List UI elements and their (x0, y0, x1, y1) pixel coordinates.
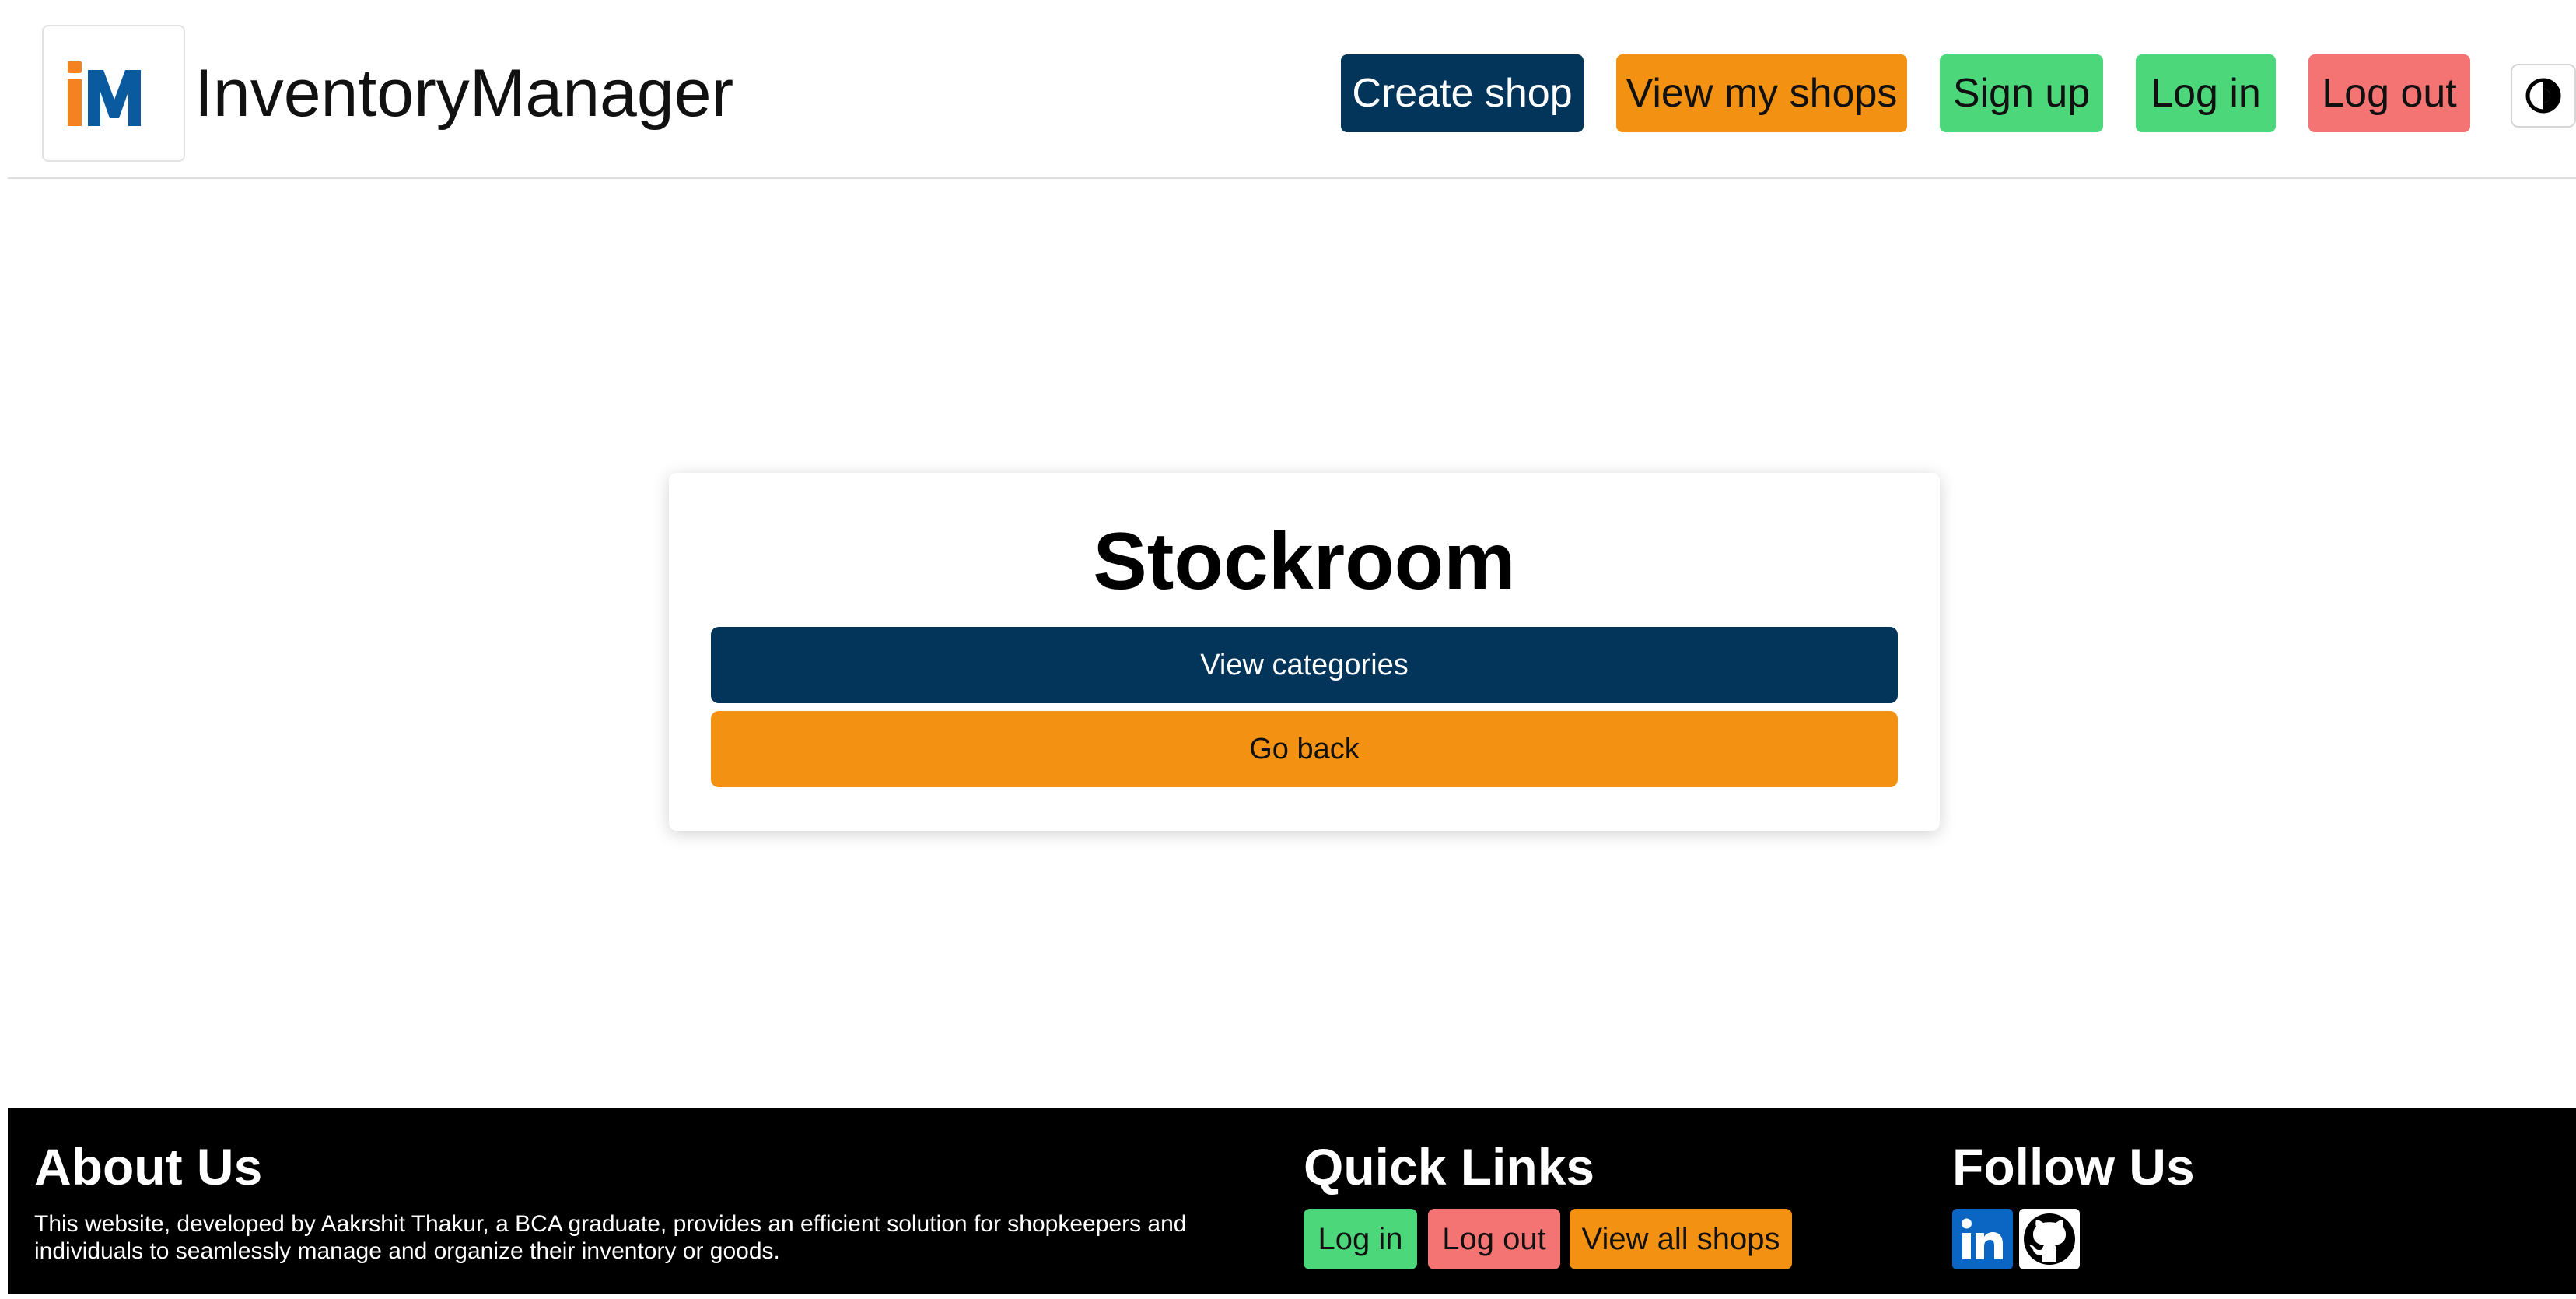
theme-toggle-button[interactable] (2511, 64, 2576, 128)
logo[interactable] (42, 25, 185, 162)
github-icon (2024, 1213, 2075, 1265)
github-link[interactable] (2019, 1209, 2080, 1269)
contrast-icon (2525, 78, 2561, 114)
view-my-shops-button[interactable]: View my shops (1616, 54, 1907, 132)
view-categories-button[interactable]: View categories (711, 627, 1898, 703)
footer-log-in-button[interactable]: Log in (1304, 1209, 1417, 1269)
site-footer: About Us This website, developed by Aakr… (8, 1108, 2576, 1294)
create-shop-button[interactable]: Create shop (1341, 54, 1584, 132)
page-title: Stockroom (1093, 516, 1516, 607)
about-us-text: This website, developed by Aakrshit Thak… (34, 1211, 1187, 1264)
about-us-heading: About Us (34, 1138, 263, 1196)
quick-links-heading: Quick Links (1304, 1138, 1595, 1196)
sign-up-button[interactable]: Sign up (1940, 54, 2103, 132)
go-back-button[interactable]: Go back (711, 711, 1898, 787)
linkedin-icon (1962, 1218, 2003, 1259)
footer-log-out-button[interactable]: Log out (1428, 1209, 1560, 1269)
view-all-shops-button[interactable]: View all shops (1570, 1209, 1792, 1269)
log-out-button[interactable]: Log out (2308, 54, 2470, 132)
site-header: InventoryManager Create shop View my sho… (8, 0, 2576, 179)
page: InventoryManager Create shop View my sho… (0, 0, 2576, 1299)
linkedin-link[interactable] (1952, 1209, 2013, 1269)
log-in-button[interactable]: Log in (2136, 54, 2276, 132)
follow-us-heading: Follow Us (1952, 1138, 2195, 1196)
stockroom-card: Stockroom View categories Go back (669, 473, 1940, 831)
brand-name[interactable]: InventoryManager (194, 54, 733, 132)
im-logo-icon (68, 61, 141, 126)
